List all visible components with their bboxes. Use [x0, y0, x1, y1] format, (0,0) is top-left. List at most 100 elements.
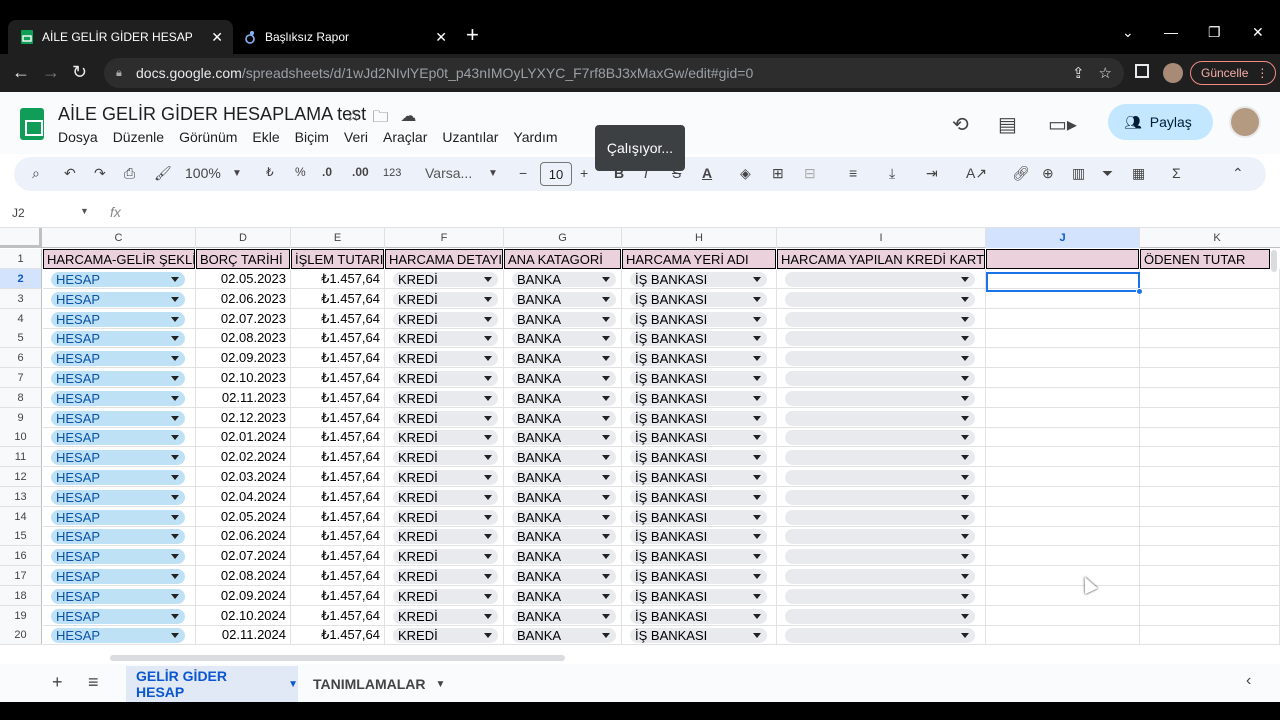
table-cell-f[interactable]: KREDİ [385, 447, 504, 467]
dropdown-chip[interactable]: HESAP [51, 470, 185, 485]
fill-color-icon[interactable]: ◈ [740, 165, 751, 182]
table-cell-e[interactable]: ₺1.457,64 [291, 269, 385, 289]
row-header[interactable]: 7 [0, 368, 42, 388]
dropdown-chip[interactable]: HESAP [51, 609, 185, 624]
select-all-corner[interactable] [0, 228, 42, 248]
dropdown-chip[interactable]: BANKA [512, 272, 616, 287]
table-cell-k[interactable] [1140, 447, 1280, 467]
fill-handle[interactable] [1136, 288, 1143, 295]
row-header[interactable]: 15 [0, 526, 42, 546]
table-cell-c[interactable]: HESAP [43, 447, 196, 467]
table-cell-j[interactable] [986, 388, 1140, 408]
comments-icon[interactable]: ▤ [998, 112, 1017, 137]
table-cell-h[interactable]: İŞ BANKASI [622, 388, 777, 408]
dropdown-chip[interactable]: BANKA [512, 470, 616, 485]
close-tab-icon[interactable]: ✕ [435, 29, 447, 46]
table-cell-h[interactable]: İŞ BANKASI [622, 566, 777, 586]
table-cell-i[interactable] [777, 487, 986, 507]
table-cell-h[interactable]: İŞ BANKASI [622, 487, 777, 507]
dropdown-chip[interactable] [785, 331, 975, 346]
dropdown-chip[interactable] [785, 549, 975, 564]
dropdown-chip[interactable]: HESAP [51, 589, 185, 604]
table-cell-j[interactable] [986, 368, 1140, 388]
table-cell-i[interactable] [777, 348, 986, 368]
paint-format-icon[interactable]: 🖌︎ [154, 165, 172, 182]
dropdown-chip[interactable]: HESAP [51, 450, 185, 465]
column-header-g[interactable]: G [504, 228, 622, 248]
row-header[interactable]: 2 [0, 269, 42, 289]
table-cell-f[interactable]: KREDİ [385, 427, 504, 447]
text-rotation-icon[interactable]: A↗ [966, 165, 987, 182]
table-cell-g[interactable]: BANKA [504, 566, 622, 586]
column-header-d[interactable]: D [196, 228, 291, 248]
table-cell-c[interactable]: HESAP [43, 309, 196, 329]
dropdown-chip[interactable] [785, 510, 975, 525]
table-cell-c[interactable]: HESAP [43, 368, 196, 388]
dropdown-chip[interactable]: HESAP [51, 391, 185, 406]
table-cell-i[interactable] [777, 546, 986, 566]
insert-link-icon[interactable]: 🔗︎ [1012, 165, 1030, 182]
row-header[interactable]: 12 [0, 467, 42, 487]
dropdown-chip[interactable]: BANKA [512, 331, 616, 346]
bookmark-star-icon[interactable]: ☆ [1099, 64, 1112, 82]
table-cell-j[interactable] [986, 606, 1140, 626]
column-header-h[interactable]: H [622, 228, 777, 248]
table-cell-e[interactable]: ₺1.457,64 [291, 546, 385, 566]
dropdown-chip[interactable]: İŞ BANKASI [630, 411, 767, 426]
dropdown-chip[interactable]: İŞ BANKASI [630, 292, 767, 307]
browser-tab-report[interactable]: Başlıksız Rapor ✕ [235, 20, 457, 54]
header-cell-k[interactable]: ÖDENEN TUTAR [1140, 249, 1270, 269]
table-cell-e[interactable]: ₺1.457,64 [291, 507, 385, 527]
table-cell-e[interactable]: ₺1.457,64 [291, 289, 385, 309]
share-button[interactable]: 👥︎ Paylaş [1108, 104, 1213, 140]
dropdown-chip[interactable]: BANKA [512, 371, 616, 386]
dropdown-chip[interactable]: BANKA [512, 510, 616, 525]
dropdown-chip[interactable]: HESAP [51, 569, 185, 584]
table-cell-g[interactable]: BANKA [504, 546, 622, 566]
horizontal-scrollbar[interactable] [110, 655, 565, 661]
row-header-1[interactable]: 1 [0, 249, 42, 269]
tab-search-icon[interactable]: ⌄ [1122, 24, 1134, 41]
dropdown-chip[interactable]: HESAP [51, 371, 185, 386]
header-cell-h[interactable]: HARCAMA YERİ ADI [622, 249, 776, 269]
table-cell-i[interactable] [777, 368, 986, 388]
table-cell-k[interactable] [1140, 467, 1280, 487]
dropdown-chip[interactable] [785, 272, 975, 287]
dropdown-chip[interactable]: BANKA [512, 529, 616, 544]
dropdown-chip[interactable]: BANKA [512, 351, 616, 366]
menu-file[interactable]: Dosya [58, 129, 98, 145]
update-button[interactable]: Güncelle ⋮ [1190, 61, 1276, 85]
table-cell-h[interactable]: İŞ BANKASI [622, 507, 777, 527]
table-cell-g[interactable]: BANKA [504, 408, 622, 428]
table-cell-i[interactable] [777, 606, 986, 626]
table-cell-f[interactable]: KREDİ [385, 526, 504, 546]
table-cell-g[interactable]: BANKA [504, 368, 622, 388]
dropdown-chip[interactable]: İŞ BANKASI [630, 272, 767, 287]
table-cell-e[interactable]: ₺1.457,64 [291, 566, 385, 586]
dropdown-chip[interactable]: HESAP [51, 628, 185, 643]
table-cell-k[interactable] [1140, 487, 1280, 507]
sheet-tab-gelir-gider[interactable]: GELİR GİDER HESAP ▼ [126, 666, 298, 702]
table-cell-f[interactable]: KREDİ [385, 309, 504, 329]
font-size-input[interactable]: 10 [540, 162, 572, 186]
dropdown-chip[interactable]: KREDİ [393, 331, 498, 346]
table-cell-f[interactable]: KREDİ [385, 408, 504, 428]
table-cell-d[interactable]: 02.06.2023 [196, 289, 291, 309]
dropdown-chip[interactable]: BANKA [512, 430, 616, 445]
name-box[interactable]: J2 [12, 206, 25, 220]
row-header[interactable]: 4 [0, 309, 42, 329]
table-cell-k[interactable] [1140, 368, 1280, 388]
document-title[interactable]: AİLE GELİR GİDER HESAPLAMA test [58, 104, 366, 125]
table-cell-k[interactable] [1140, 408, 1280, 428]
table-cell-j[interactable] [986, 467, 1140, 487]
table-cell-i[interactable] [777, 269, 986, 289]
table-cell-c[interactable]: HESAP [43, 526, 196, 546]
table-cell-i[interactable] [777, 309, 986, 329]
table-cell-f[interactable]: KREDİ [385, 289, 504, 309]
dropdown-chip[interactable] [785, 628, 975, 643]
menu-insert[interactable]: Ekle [252, 129, 279, 145]
menu-data[interactable]: Veri [344, 129, 368, 145]
dropdown-chip[interactable]: HESAP [51, 272, 185, 287]
dropdown-chip[interactable]: KREDİ [393, 510, 498, 525]
table-cell-j[interactable] [986, 447, 1140, 467]
